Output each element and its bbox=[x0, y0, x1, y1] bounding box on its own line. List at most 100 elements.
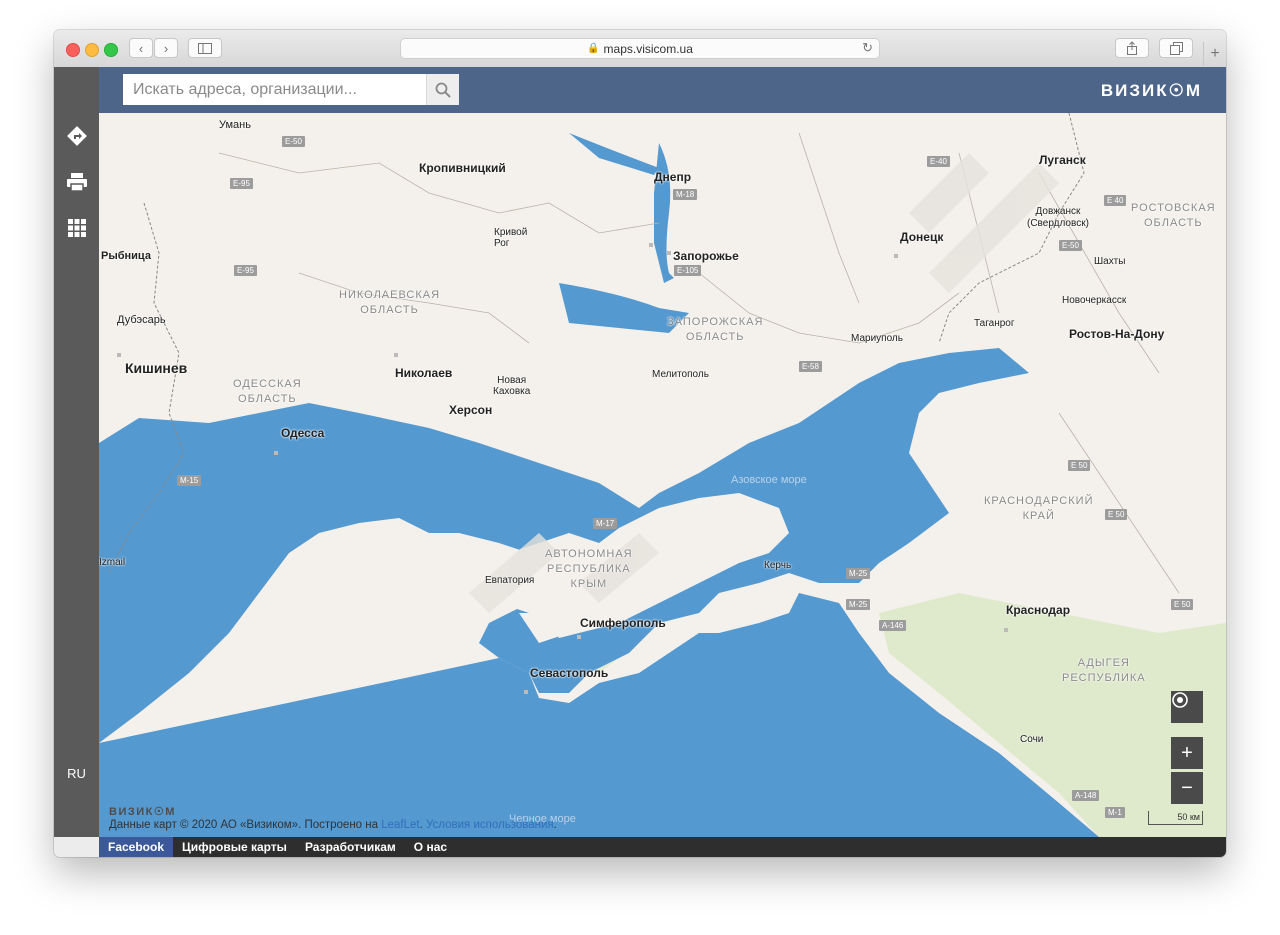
city-label-dovzhansk[interactable]: Довжанск (Свердловск) bbox=[1027, 206, 1089, 230]
road-shield: E 50 bbox=[1068, 460, 1091, 471]
search-box bbox=[123, 74, 459, 105]
fullscreen-window-button[interactable] bbox=[104, 43, 118, 57]
sidebar-icon bbox=[198, 42, 212, 54]
page-footer: Facebook Цифровые карты Разработчикам О … bbox=[99, 837, 1226, 857]
road-shield: M-18 bbox=[673, 189, 698, 200]
zoom-in-button[interactable]: + bbox=[1171, 737, 1203, 769]
map-scale-bar: 50 км bbox=[1148, 811, 1203, 825]
terms-link[interactable]: Условия использования bbox=[426, 819, 554, 831]
region-label-nikolaev: НИКОЛАЕВСКАЯ ОБЛАСТЬ bbox=[339, 289, 441, 316]
road-shield: M-15 bbox=[177, 475, 202, 486]
map-canvas[interactable]: Умань Кропивницкий Днепр Луганск Довжанс… bbox=[99, 113, 1226, 837]
road-shield: E-105 bbox=[674, 265, 702, 276]
tabs-icon bbox=[1169, 41, 1183, 55]
search-input[interactable] bbox=[123, 74, 426, 105]
leaflet-link[interactable]: LeafLet bbox=[381, 819, 419, 831]
apps-grid-icon[interactable] bbox=[66, 217, 88, 239]
footer-link-about[interactable]: О нас bbox=[405, 837, 456, 857]
app-header: ВИЗИК☉М bbox=[99, 67, 1226, 113]
back-button[interactable]: ‹ bbox=[129, 38, 153, 58]
visicom-logo[interactable]: ВИЗИК☉М bbox=[1101, 81, 1202, 101]
road-shield: E-95 bbox=[230, 178, 253, 189]
city-label-rybnitsa[interactable]: Рыбница bbox=[101, 250, 151, 262]
share-button[interactable] bbox=[1115, 38, 1149, 58]
region-label-krasnodar: КРАСНОДАРСКИЙ КРАЙ bbox=[984, 495, 1094, 522]
chevron-left-icon: ‹ bbox=[138, 40, 144, 56]
region-label-crimea: АВТОНОМНАЯ РЕСПУБЛИКА КРЫМ bbox=[545, 548, 633, 590]
geolocate-button[interactable] bbox=[1171, 691, 1203, 723]
footer-link-facebook[interactable]: Facebook bbox=[99, 837, 174, 857]
road-shield: E-58 bbox=[799, 361, 822, 372]
url-text: maps.visicom.ua bbox=[603, 41, 693, 56]
city-label-donetsk[interactable]: Донецк bbox=[900, 230, 943, 244]
left-toolbar: RU bbox=[54, 67, 99, 837]
city-label-rostov[interactable]: Ростов-На-Дону bbox=[1069, 327, 1164, 341]
road-shield: M-17 bbox=[593, 518, 618, 529]
city-label-krasnodar[interactable]: Краснодар bbox=[1006, 603, 1070, 617]
city-label-sochi[interactable]: Сочи bbox=[1020, 734, 1043, 745]
road-shield: A-146 bbox=[879, 620, 907, 631]
language-switch[interactable]: RU bbox=[54, 766, 99, 781]
city-label-novocherkassk[interactable]: Новочеркасск bbox=[1062, 295, 1126, 306]
forward-button[interactable]: › bbox=[154, 38, 178, 58]
footer-link-digital-maps[interactable]: Цифровые карты bbox=[173, 837, 296, 857]
road-shield: M-1 bbox=[1105, 807, 1125, 818]
region-label-zaporozhye: ЗАПОРОЖСКАЯ ОБЛАСТЬ bbox=[667, 316, 764, 343]
city-label-nikolaev[interactable]: Николаев bbox=[395, 366, 452, 380]
city-label-dubossary[interactable]: Дубэсарь bbox=[117, 314, 166, 326]
road-shield: E-40 bbox=[927, 156, 950, 167]
city-label-kherson[interactable]: Херсон bbox=[449, 403, 492, 417]
road-shield: E 50 bbox=[1105, 509, 1128, 520]
city-label-shakhty[interactable]: Шахты bbox=[1094, 256, 1125, 267]
reload-icon[interactable]: ↻ bbox=[862, 40, 873, 56]
city-label-simferopol[interactable]: Симферополь bbox=[580, 616, 666, 630]
share-icon bbox=[1127, 41, 1137, 55]
city-label-krivoy-rog[interactable]: Кривой Рог bbox=[494, 227, 527, 249]
city-label-kerch[interactable]: Керчь bbox=[764, 560, 791, 571]
chevron-right-icon: › bbox=[163, 40, 169, 56]
lock-icon: 🔒 bbox=[587, 43, 600, 54]
search-button[interactable] bbox=[426, 74, 459, 105]
road-shield: A-148 bbox=[1072, 790, 1100, 801]
city-label-lugansk[interactable]: Луганск bbox=[1039, 153, 1086, 167]
attribution-text: Данные карт © 2020 АО «Визиком». Построе… bbox=[109, 819, 382, 831]
road-shield: E-95 bbox=[234, 265, 257, 276]
city-label-yevpatoria[interactable]: Евпатория bbox=[485, 575, 534, 586]
road-shield: E 50 bbox=[1171, 599, 1194, 610]
minimize-window-button[interactable] bbox=[85, 43, 99, 57]
sea-label-azov: Азовское море bbox=[731, 474, 807, 486]
city-label-chisinau[interactable]: Кишинев bbox=[125, 360, 187, 376]
tabs-overview-button[interactable] bbox=[1159, 38, 1193, 58]
road-shield: E 40 bbox=[1104, 195, 1127, 206]
city-label-izmail[interactable]: Izmail bbox=[99, 557, 125, 568]
city-label-uman[interactable]: Умань bbox=[219, 119, 251, 131]
region-label-adygea: АДЫГЕЯ РЕСПУБЛИКА bbox=[1062, 657, 1146, 684]
city-label-nova-kakhovka[interactable]: Новая Каховка bbox=[493, 375, 530, 397]
address-bar[interactable]: 🔒 maps.visicom.ua ↻ bbox=[400, 38, 880, 59]
browser-titlebar: ‹ › 🔒 maps.visicom.ua ↻ + bbox=[54, 30, 1226, 68]
road-shield: E-50 bbox=[282, 136, 305, 147]
sidebar-toggle-button[interactable] bbox=[188, 38, 222, 58]
city-label-melitopol[interactable]: Мелитополь bbox=[652, 369, 709, 380]
city-label-dnepr[interactable]: Днепр bbox=[654, 170, 691, 184]
city-label-mariupol[interactable]: Мариуполь bbox=[851, 333, 903, 344]
city-label-sevastopol[interactable]: Севастополь bbox=[530, 666, 608, 680]
city-label-zaporozhye[interactable]: Запорожье bbox=[673, 249, 739, 263]
zoom-out-button[interactable]: − bbox=[1171, 772, 1203, 804]
footer-link-developers[interactable]: Разработчикам bbox=[296, 837, 405, 857]
close-window-button[interactable] bbox=[66, 43, 80, 57]
route-icon[interactable] bbox=[66, 125, 88, 147]
locate-icon bbox=[1172, 692, 1188, 708]
city-label-odessa[interactable]: Одесса bbox=[281, 426, 324, 440]
region-label-rostov: РОСТОВСКАЯ ОБЛАСТЬ bbox=[1131, 202, 1216, 229]
city-label-taganrog[interactable]: Таганрог bbox=[974, 318, 1015, 329]
search-icon bbox=[435, 82, 451, 98]
road-shield: E-50 bbox=[1059, 240, 1082, 251]
browser-window: ‹ › 🔒 maps.visicom.ua ↻ + RU Искать адре… bbox=[54, 30, 1226, 857]
map-attribution: Данные карт © 2020 АО «Визиком». Построе… bbox=[109, 819, 557, 831]
print-icon[interactable] bbox=[66, 171, 88, 193]
city-label-kropyvnytskyi[interactable]: Кропивницкий bbox=[419, 161, 506, 175]
road-shield: M-25 bbox=[846, 599, 871, 610]
new-tab-button[interactable]: + bbox=[1203, 42, 1226, 66]
attribution-logo: ВИЗИК☉М bbox=[109, 806, 176, 818]
